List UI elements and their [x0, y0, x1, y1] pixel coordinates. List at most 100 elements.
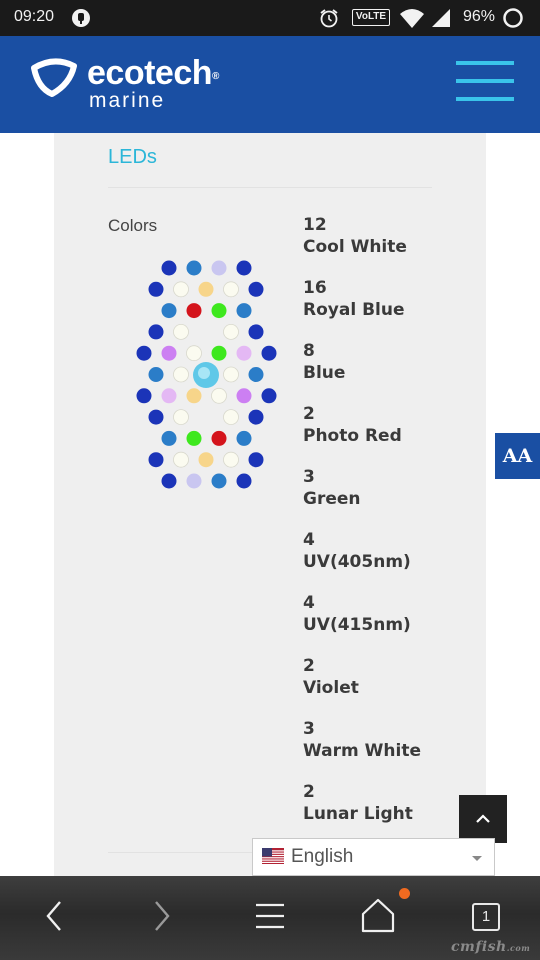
- led-count: 2: [303, 404, 315, 424]
- chevron-up-icon: [476, 814, 490, 823]
- led-dot: [211, 303, 227, 319]
- led-dot: [161, 473, 177, 489]
- section-divider: [108, 187, 432, 188]
- led-dot: [161, 430, 177, 446]
- menu-icon[interactable]: [254, 894, 286, 942]
- led-count: 4: [303, 593, 315, 613]
- led-dot: [211, 387, 227, 404]
- led-dot: [223, 366, 239, 383]
- led-color-name: Royal Blue: [303, 300, 405, 320]
- wifi-icon: [399, 7, 425, 34]
- home-icon[interactable]: [360, 894, 396, 942]
- language-selector[interactable]: English: [252, 838, 495, 876]
- led-dot: [161, 303, 177, 319]
- led-color-name: Blue: [303, 363, 346, 383]
- led-count: 4: [303, 530, 315, 550]
- led-dot: [236, 345, 252, 361]
- led-dot: [148, 367, 164, 382]
- watermark: cmfish.com: [451, 939, 530, 955]
- led-color-item: 3 Warm White: [303, 718, 483, 762]
- watermark-suffix: .com: [506, 943, 531, 953]
- led-dot: [198, 281, 214, 297]
- back-arrow-icon[interactable]: [40, 894, 68, 942]
- back-to-top-button[interactable]: [459, 795, 507, 843]
- led-color-name: UV(415nm): [303, 615, 411, 635]
- led-color-item: 4 UV(405nm): [303, 529, 483, 573]
- led-color-item: 12 Cool White: [303, 214, 483, 258]
- led-dot: [173, 366, 189, 383]
- colors-label: Colors: [108, 216, 158, 235]
- language-selected: English: [291, 846, 354, 867]
- brand-subtitle: marine: [89, 89, 166, 112]
- led-color-name: Lunar Light: [303, 804, 413, 824]
- led-dot: [186, 345, 202, 362]
- led-dot: [223, 451, 239, 468]
- status-time: 09:20: [14, 8, 55, 25]
- led-color-item: 2 Lunar Light: [303, 781, 483, 825]
- hamburger-menu-button[interactable]: [456, 61, 516, 107]
- led-dot: [248, 409, 264, 425]
- chevron-down-icon: [472, 856, 482, 861]
- led-count: 2: [303, 782, 315, 802]
- registered-mark: ®: [212, 71, 219, 82]
- led-dot: [236, 473, 252, 489]
- led-count: 3: [303, 719, 315, 739]
- led-dot: [161, 388, 177, 404]
- led-dot: [248, 324, 264, 340]
- led-dot: [148, 452, 164, 468]
- us-flag-icon: [262, 848, 284, 868]
- status-bar: 09:20 VoLTE 96%: [0, 0, 540, 36]
- led-dot: [198, 452, 214, 468]
- led-dot: [148, 281, 164, 297]
- led-dot: [236, 388, 252, 404]
- section-title: LEDs: [108, 146, 157, 168]
- led-dot: [173, 324, 189, 340]
- battery-level: 96%: [463, 8, 496, 25]
- led-dot: [161, 260, 177, 276]
- led-dot: [148, 409, 164, 425]
- led-dot: [211, 473, 227, 489]
- led-dot: [211, 430, 227, 446]
- led-count: 16: [303, 278, 327, 298]
- led-dot: [261, 388, 277, 404]
- led-count: 3: [303, 467, 315, 487]
- lunar-light-highlight: [198, 367, 210, 379]
- site-header: ecotech® marine: [0, 36, 540, 133]
- led-dot: [136, 345, 152, 361]
- led-color-item: 16 Royal Blue: [303, 277, 483, 321]
- forward-arrow-icon[interactable]: [148, 894, 176, 942]
- led-color-name: Cool White: [303, 237, 407, 257]
- led-color-name: Warm White: [303, 741, 421, 761]
- signal-icon: [430, 7, 452, 34]
- ecotech-logo[interactable]: ecotech® marine: [87, 56, 219, 112]
- led-dot: [248, 452, 264, 468]
- alarm-icon: [318, 7, 340, 34]
- watermark-text: cmfish: [451, 939, 507, 955]
- ecotech-logo-icon[interactable]: [30, 58, 78, 102]
- led-color-name: Photo Red: [303, 426, 402, 446]
- led-dot: [236, 260, 252, 276]
- led-dot: [186, 430, 202, 446]
- text-size-button[interactable]: AA: [495, 433, 540, 479]
- led-dot: [173, 281, 189, 298]
- led-dot: [148, 324, 164, 340]
- volte-badge: VoLTE: [352, 9, 390, 26]
- led-dot: [211, 260, 227, 276]
- led-dot: [173, 409, 189, 426]
- led-color-item: 2 Photo Red: [303, 403, 483, 447]
- led-dot: [136, 388, 152, 404]
- led-color-name: Green: [303, 489, 361, 509]
- vpn-icon: [70, 7, 92, 34]
- battery-icon: [502, 7, 524, 34]
- led-count: 8: [303, 341, 315, 361]
- led-color-item: 3 Green: [303, 466, 483, 510]
- led-dot: [223, 409, 239, 426]
- tabs-count-button[interactable]: 1: [472, 903, 500, 931]
- led-dot: [248, 281, 264, 297]
- led-dot: [186, 303, 202, 319]
- led-color-item: 2 Violet: [303, 655, 483, 699]
- brand-name: ecotech: [87, 54, 213, 92]
- led-dot: [186, 260, 202, 276]
- led-count: 2: [303, 656, 315, 676]
- led-dot: [186, 473, 202, 489]
